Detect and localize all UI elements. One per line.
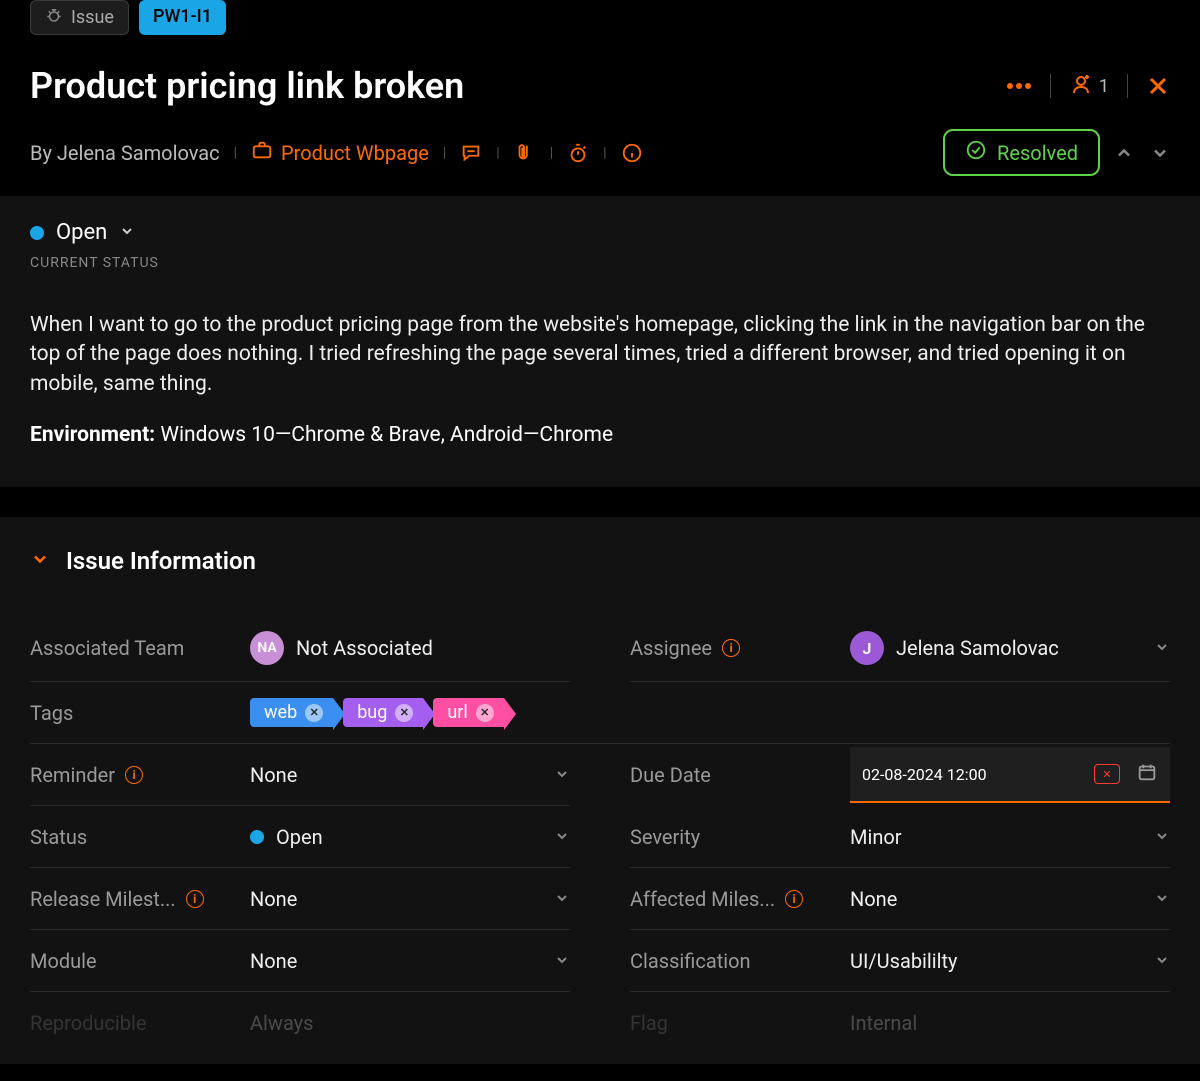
calendar-icon[interactable]	[1136, 761, 1158, 787]
status-field-value: Open	[276, 825, 323, 849]
release-milestone-value: None	[250, 887, 297, 911]
chevron-down-icon	[554, 763, 570, 787]
field-assignee[interactable]: Assigneei J Jelena Samolovac	[630, 615, 1170, 682]
resolved-button[interactable]: Resolved	[943, 129, 1100, 176]
add-user-icon	[1069, 72, 1093, 101]
issue-type-badge[interactable]: Issue	[30, 0, 129, 35]
comment-icon[interactable]	[460, 142, 482, 164]
assign-count: 1	[1099, 76, 1109, 97]
next-icon[interactable]	[1150, 143, 1170, 163]
tag-remove-icon[interactable]: ✕	[395, 704, 413, 722]
info-icon: i	[722, 639, 740, 657]
field-status[interactable]: Status Open	[30, 806, 570, 868]
avatar: J	[850, 631, 884, 665]
field-severity[interactable]: Severity Minor	[630, 806, 1170, 868]
field-module[interactable]: Module None	[30, 930, 570, 992]
more-icon[interactable]	[1006, 82, 1032, 90]
chevron-down-icon	[554, 887, 570, 911]
field-reproducible[interactable]: Reproducible Always	[30, 992, 570, 1054]
info-icon: i	[186, 890, 204, 908]
close-icon[interactable]	[1146, 74, 1170, 98]
chevron-down-icon	[554, 825, 570, 849]
resolved-label: Resolved	[997, 141, 1078, 165]
issue-type-label: Issue	[71, 7, 114, 28]
chevron-down-icon	[554, 949, 570, 973]
issue-title: Product pricing link broken	[30, 65, 464, 107]
chevron-down-icon	[1154, 887, 1170, 911]
section-title: Issue Information	[66, 547, 256, 575]
field-due-date[interactable]: Due Date 02-08-2024 12:00 ✕	[630, 744, 1170, 806]
tag-web[interactable]: web✕	[250, 698, 333, 727]
chevron-down-icon	[119, 220, 135, 245]
section-toggle[interactable]: Issue Information	[30, 547, 1170, 575]
classification-value: UI/Usabililty	[850, 949, 958, 973]
status-dropdown[interactable]: Open	[30, 220, 1170, 245]
tag-remove-icon[interactable]: ✕	[476, 704, 494, 722]
status-value: Open	[56, 220, 107, 245]
project-name: Product Wbpage	[281, 141, 429, 165]
check-circle-icon	[965, 139, 987, 166]
separator: |	[550, 145, 553, 161]
info-icon: i	[785, 890, 803, 908]
prev-icon[interactable]	[1114, 143, 1134, 163]
info-icon[interactable]	[621, 142, 643, 164]
avatar: NA	[250, 631, 284, 665]
separator: |	[234, 145, 237, 161]
assignee-value: Jelena Samolovac	[896, 636, 1059, 660]
project-link[interactable]: Product Wbpage	[251, 139, 429, 166]
tag-url[interactable]: url✕	[433, 698, 503, 727]
separator: |	[443, 145, 446, 161]
timer-icon[interactable]	[567, 142, 589, 164]
separator: |	[496, 145, 499, 161]
field-affected-milestone[interactable]: Affected Miles...i None	[630, 868, 1170, 930]
tag-bug[interactable]: bug✕	[343, 698, 423, 727]
field-tags[interactable]: Tags web✕ bug✕ url✕	[30, 682, 1170, 744]
flag-value: Internal	[850, 1011, 917, 1035]
associated-team-value: Not Associated	[296, 636, 433, 660]
affected-milestone-value: None	[850, 887, 897, 911]
due-date-value: 02-08-2024 12:00	[862, 765, 1084, 784]
issue-id-badge[interactable]: PW1-I1	[139, 0, 226, 35]
reproducible-value: Always	[250, 1011, 313, 1035]
field-associated-team[interactable]: Associated Team NA Not Associated	[30, 615, 570, 682]
environment-line: Environment: Windows 10—Chrome & Brave, …	[30, 423, 1170, 447]
field-release-milestone[interactable]: Release Milest...i None	[30, 868, 570, 930]
issue-description: When I want to go to the product pricing…	[30, 311, 1170, 399]
module-value: None	[250, 949, 297, 973]
clear-date-icon[interactable]: ✕	[1094, 764, 1120, 784]
field-reminder[interactable]: Reminderi None	[30, 744, 570, 806]
tag-remove-icon[interactable]: ✕	[305, 704, 323, 722]
separator: |	[603, 145, 606, 161]
chevron-down-icon	[1154, 949, 1170, 973]
status-dot-icon	[30, 226, 44, 240]
briefcase-icon	[251, 139, 273, 166]
info-icon: i	[125, 766, 143, 784]
attachment-icon[interactable]	[514, 142, 536, 164]
field-classification[interactable]: Classification UI/Usabililty	[630, 930, 1170, 992]
chevron-down-icon	[30, 547, 50, 575]
status-dot-icon	[250, 830, 264, 844]
severity-value: Minor	[850, 825, 902, 849]
assign-user-button[interactable]: 1	[1069, 72, 1109, 101]
field-flag[interactable]: Flag Internal	[630, 992, 1170, 1054]
divider	[1127, 74, 1128, 98]
divider	[1050, 74, 1051, 98]
bug-icon	[45, 6, 63, 29]
chevron-down-icon	[1154, 636, 1170, 660]
author-label: By Jelena Samolovac	[30, 141, 220, 165]
reminder-value: None	[250, 763, 297, 787]
status-caption: CURRENT STATUS	[30, 255, 1170, 271]
chevron-down-icon	[1154, 825, 1170, 849]
